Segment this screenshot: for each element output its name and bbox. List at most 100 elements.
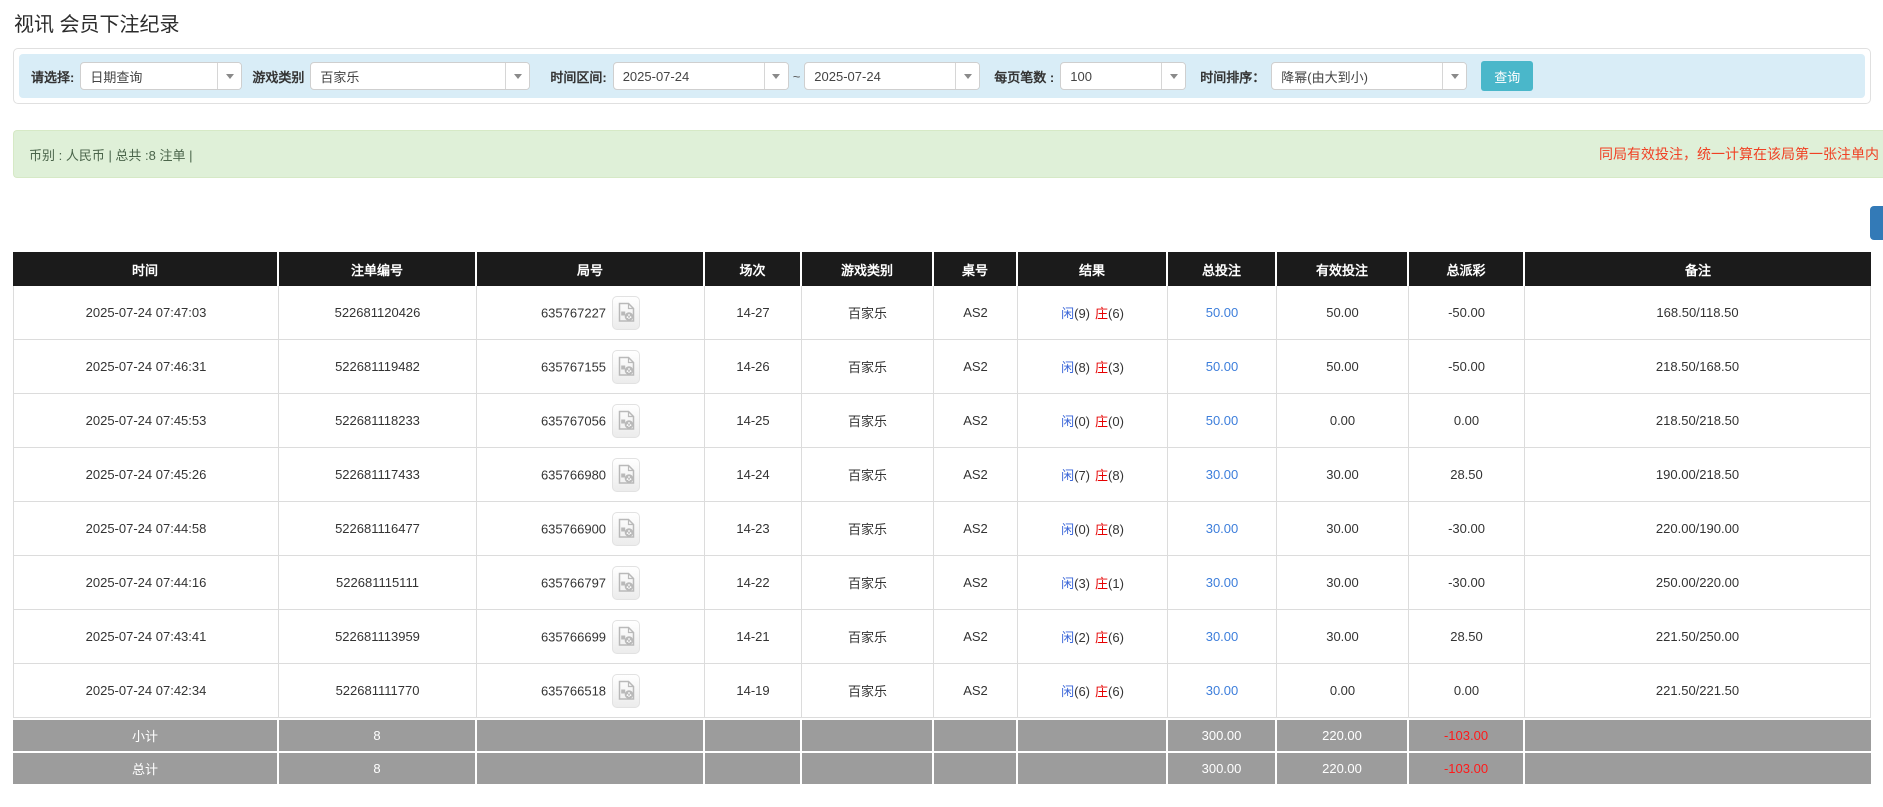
cell-table: AS2 [934, 286, 1018, 340]
video-file-icon [618, 464, 635, 485]
table-row: 2025-07-24 07:46:31 522681119482 6357671… [13, 340, 1871, 394]
header-time: 时间 [13, 252, 279, 286]
chevron-down-icon[interactable] [1442, 63, 1466, 89]
video-file-icon [618, 356, 635, 377]
total-bet-link[interactable]: 30.00 [1206, 467, 1239, 482]
video-replay-button[interactable] [612, 512, 640, 546]
page-size-select[interactable]: 100 [1060, 62, 1186, 90]
page-title: 视讯 会员下注纪录 [14, 8, 180, 37]
cell-result: 闲(3)庄(1) [1018, 556, 1168, 610]
total-bet-link[interactable]: 30.00 [1206, 521, 1239, 536]
cell-remark: 190.00/218.50 [1525, 448, 1871, 502]
result-player-label: 闲 [1061, 684, 1074, 699]
cell-session: 14-21 [705, 610, 802, 664]
cell-result: 闲(9)庄(6) [1018, 286, 1168, 340]
total-label: 总计 [13, 751, 279, 784]
video-file-icon [618, 680, 635, 701]
video-replay-button[interactable] [612, 404, 640, 438]
total-bet-link[interactable]: 50.00 [1206, 305, 1239, 320]
chevron-down-icon[interactable] [217, 63, 241, 89]
summary-text: 币别 : 人民币 | 总共 :8 注单 | [29, 145, 193, 164]
chevron-down-icon[interactable] [955, 63, 979, 89]
result-player-score: (8) [1074, 360, 1090, 375]
cell-result: 闲(6)庄(6) [1018, 664, 1168, 718]
cell-bet-id: 522681120426 [279, 286, 477, 340]
video-replay-button[interactable] [612, 620, 640, 654]
result-player-score: (0) [1074, 414, 1090, 429]
cell-result: 闲(0)庄(8) [1018, 502, 1168, 556]
total-bet-link[interactable]: 50.00 [1206, 413, 1239, 428]
result-player-score: (2) [1074, 630, 1090, 645]
cell-total-bet: 50.00 [1168, 286, 1277, 340]
cell-round-id: 635767227 [477, 286, 705, 340]
result-banker-score: (6) [1108, 684, 1124, 699]
summary-bar: 币别 : 人民币 | 总共 :8 注单 | 同局有效投注，统一计算在该局第一张注… [13, 130, 1883, 178]
result-player-score: (7) [1074, 468, 1090, 483]
cell-bet-id: 522681118233 [279, 394, 477, 448]
result-player-score: (0) [1074, 522, 1090, 537]
date-to-select[interactable]: 2025-07-24 [804, 62, 980, 90]
cell-valid-bet: 50.00 [1277, 340, 1409, 394]
result-player-score: (6) [1074, 684, 1090, 699]
total-row: 总计 8 300.00 220.00 -103.00 [13, 751, 1871, 784]
table-row: 2025-07-24 07:47:03 522681120426 6357672… [13, 286, 1871, 340]
page-size-label: 每页笔数 : [994, 67, 1054, 86]
search-button[interactable]: 查询 [1481, 61, 1533, 91]
export-button[interactable] [1870, 206, 1883, 240]
cell-round-id: 635766518 [477, 664, 705, 718]
cell-total-bet: 30.00 [1168, 448, 1277, 502]
time-sort-select[interactable]: 降幂(由大到小) [1271, 62, 1467, 90]
video-replay-button[interactable] [612, 350, 640, 384]
result-banker-label: 庄 [1095, 576, 1108, 591]
cell-remark: 218.50/168.50 [1525, 340, 1871, 394]
cell-session: 14-25 [705, 394, 802, 448]
chevron-down-icon[interactable] [505, 63, 529, 89]
cell-time: 2025-07-24 07:45:53 [13, 394, 279, 448]
query-type-select[interactable]: 日期查询 [80, 62, 242, 90]
total-bet-link[interactable]: 30.00 [1206, 683, 1239, 698]
date-from-select[interactable]: 2025-07-24 [613, 62, 789, 90]
cell-payout: -30.00 [1409, 556, 1525, 610]
filter-bar: 请选择: 日期查询 游戏类别 百家乐 时间区间: 2025-07-24 ~ 20… [19, 54, 1865, 98]
cell-session: 14-26 [705, 340, 802, 394]
cell-game: 百家乐 [802, 340, 934, 394]
cell-bet-id: 522681117433 [279, 448, 477, 502]
round-id-text: 635766699 [541, 629, 606, 644]
result-player-score: (9) [1074, 306, 1090, 321]
total-bet-link[interactable]: 30.00 [1206, 629, 1239, 644]
game-type-label: 游戏类别 [252, 67, 304, 86]
cell-valid-bet: 30.00 [1277, 448, 1409, 502]
cell-time: 2025-07-24 07:45:26 [13, 448, 279, 502]
total-total-bet: 300.00 [1168, 751, 1277, 784]
cell-round-id: 635766900 [477, 502, 705, 556]
cell-time: 2025-07-24 07:44:58 [13, 502, 279, 556]
video-replay-button[interactable] [612, 674, 640, 708]
video-replay-button[interactable] [612, 566, 640, 600]
chevron-down-icon[interactable] [764, 63, 788, 89]
game-type-select[interactable]: 百家乐 [310, 62, 530, 90]
result-banker-score: (6) [1108, 306, 1124, 321]
cell-game: 百家乐 [802, 394, 934, 448]
video-replay-button[interactable] [612, 296, 640, 330]
chevron-down-icon[interactable] [1161, 63, 1185, 89]
header-total-bet: 总投注 [1168, 252, 1277, 286]
result-banker-label: 庄 [1095, 684, 1108, 699]
result-banker-label: 庄 [1095, 630, 1108, 645]
result-player-label: 闲 [1061, 360, 1074, 375]
cell-round-id: 635766699 [477, 610, 705, 664]
round-id-text: 635766797 [541, 575, 606, 590]
round-id-text: 635766900 [541, 521, 606, 536]
video-replay-button[interactable] [612, 458, 640, 492]
round-id-text: 635766980 [541, 467, 606, 482]
total-bet-link[interactable]: 50.00 [1206, 359, 1239, 374]
cell-round-id: 635767056 [477, 394, 705, 448]
result-player-label: 闲 [1061, 414, 1074, 429]
video-file-icon [618, 572, 635, 593]
header-table: 桌号 [934, 252, 1018, 286]
cell-remark: 218.50/218.50 [1525, 394, 1871, 448]
total-valid-bet: 220.00 [1277, 751, 1409, 784]
cell-payout: 28.50 [1409, 448, 1525, 502]
result-banker-label: 庄 [1095, 468, 1108, 483]
result-player-label: 闲 [1061, 630, 1074, 645]
total-bet-link[interactable]: 30.00 [1206, 575, 1239, 590]
